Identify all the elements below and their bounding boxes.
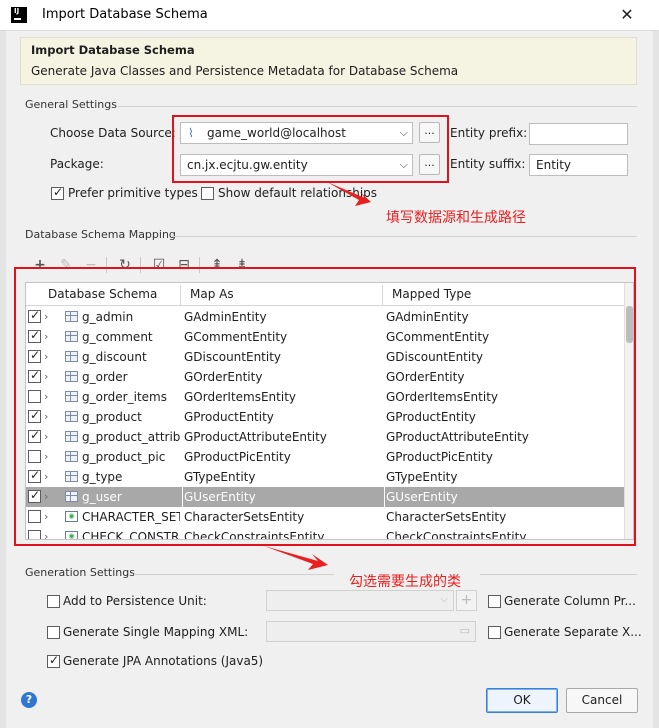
- title-bar: IJ Import Database Schema ✕: [0, 0, 659, 31]
- ok-button[interactable]: OK: [486, 688, 558, 713]
- entity-prefix-field[interactable]: [529, 123, 628, 145]
- separate-xml-label: Generate Separate X...: [504, 625, 642, 639]
- folder-icon[interactable]: ▭: [460, 624, 470, 637]
- prefer-primitive-label: Prefer primitive types: [68, 186, 198, 200]
- annotation-text-bottom: 勾选需要生成的类: [349, 574, 461, 590]
- entity-prefix-label: Entity prefix:: [450, 126, 528, 140]
- section-divider: [118, 106, 637, 107]
- background-window-edge: [653, 31, 659, 728]
- add-persistence-unit-button[interactable]: +: [456, 590, 477, 611]
- entity-suffix-value: Entity: [536, 158, 572, 172]
- data-source-label: Choose Data Source:: [50, 126, 176, 140]
- mapping-xml-field[interactable]: ▭: [266, 621, 476, 642]
- entity-suffix-field[interactable]: Entity: [529, 154, 628, 176]
- annotation-box-table: [14, 267, 636, 546]
- help-icon[interactable]: ?: [21, 692, 37, 708]
- intellij-logo-icon: IJ: [11, 7, 27, 23]
- single-mapping-label: Generate Single Mapping XML:: [63, 625, 249, 639]
- chevron-down-icon: ⌵: [440, 594, 448, 605]
- dialog-header: Import Database Schema Generate Java Cla…: [20, 37, 637, 85]
- general-settings-label: General Settings: [25, 98, 117, 111]
- separate-xml-checkbox[interactable]: [488, 626, 501, 639]
- show-relationships-checkbox[interactable]: [201, 187, 214, 200]
- background-window-edge: [0, 31, 6, 728]
- jpa-annotations-checkbox[interactable]: [47, 653, 60, 668]
- logo-text: IJ: [14, 7, 20, 15]
- annotation-box-datasource: [172, 115, 449, 183]
- cancel-button[interactable]: Cancel: [566, 688, 638, 713]
- package-label: Package:: [50, 157, 104, 171]
- persistence-unit-combo[interactable]: ⌵: [266, 590, 454, 611]
- mapping-section-label: Database Schema Mapping: [25, 228, 176, 241]
- close-icon[interactable]: ✕: [615, 4, 639, 26]
- column-props-checkbox[interactable]: [488, 595, 501, 608]
- prefer-primitive-checkbox[interactable]: [51, 185, 64, 200]
- section-divider: [172, 236, 637, 237]
- entity-suffix-label: Entity suffix:: [450, 157, 526, 171]
- column-props-label: Generate Column Pr...: [504, 594, 636, 608]
- section-divider: [480, 574, 637, 575]
- jpa-annotations-label: Generate JPA Annotations (Java5): [63, 654, 264, 668]
- add-persistence-label: Add to Persistence Unit:: [63, 594, 207, 608]
- header-subtitle: Generate Java Classes and Persistence Me…: [31, 64, 459, 78]
- window-title: Import Database Schema: [42, 7, 208, 22]
- section-divider: [134, 574, 334, 575]
- add-persistence-checkbox[interactable]: [47, 595, 60, 608]
- generation-section-label: Generation Settings: [25, 566, 135, 579]
- annotation-text-top: 填写数据源和生成路径: [386, 210, 526, 226]
- header-title: Import Database Schema: [31, 43, 195, 57]
- single-mapping-checkbox[interactable]: [47, 626, 60, 639]
- annotation-arrow-top: [327, 182, 371, 206]
- annotation-arrow-bottom: [264, 546, 328, 570]
